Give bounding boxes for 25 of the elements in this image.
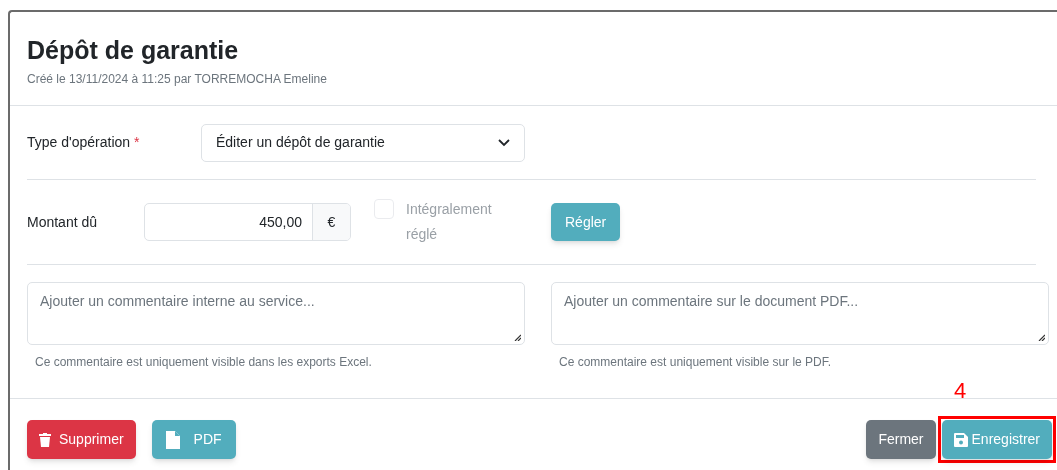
save-button[interactable]: Enregistrer [941, 420, 1052, 459]
comment-textarea[interactable]: Ajouter un commentaire sur le document PDF... [551, 282, 1049, 345]
checkbox-label: Intégralement réglé [406, 200, 493, 244]
help-text: Ce commentaire est uniquement visible sur le PDF. [559, 354, 833, 371]
pay-button[interactable]: Régler [551, 203, 621, 241]
resize-handle-icon [514, 334, 521, 341]
field-label: Type d'opération [27, 134, 131, 150]
help-text: Ce commentaire est uniquement visible dans les exports Excel. [35, 354, 373, 371]
pdf-button[interactable]: PDF [151, 420, 236, 459]
delete-button[interactable]: Supprimer [27, 420, 136, 459]
modal-title: Dépôt de garantie [27, 35, 240, 66]
chevron-down-icon [498, 138, 510, 147]
currency-addon: € [312, 204, 350, 240]
amount-input-group[interactable]: 450,00 € [144, 203, 351, 241]
close-button[interactable]: Fermer [866, 420, 936, 459]
modal-subtitle: Créé le 13/11/2024 à 11:25 par TORREMOCHA Emeline [27, 71, 328, 88]
comment-textarea[interactable]: Ajouter un commentaire interne au service... [27, 282, 525, 345]
amount-value: 450,00 [258, 212, 303, 232]
file-icon [165, 430, 182, 449]
required-mark: * [134, 134, 140, 150]
field-label: Montant dû [27, 212, 99, 232]
annotation-number: 4 [954, 377, 967, 405]
resize-handle-icon [1038, 334, 1045, 341]
operation-select[interactable]: Éditer un dépôt de garantie [201, 123, 525, 162]
trash-icon [39, 432, 51, 447]
